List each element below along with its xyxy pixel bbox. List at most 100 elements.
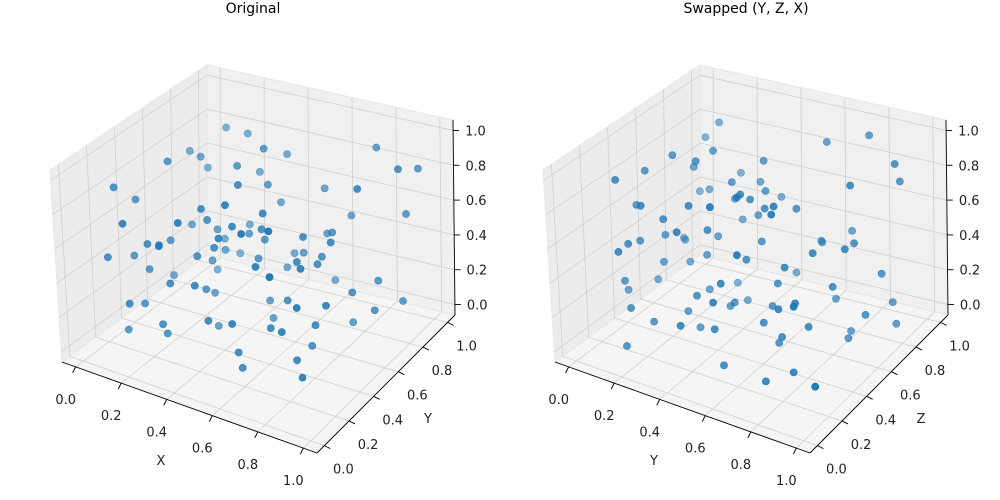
y-tick-label: 0.2 [851,438,872,453]
data-point [145,265,154,273]
z-tick-label: 1.0 [465,124,486,139]
data-point [166,236,175,245]
data-point [757,237,766,246]
data-point [259,144,268,153]
data-point [778,333,786,341]
data-point [131,195,140,204]
x-tick [656,399,661,406]
data-point [104,253,112,262]
data-point [789,302,798,311]
data-point [245,229,254,238]
data-point [185,146,194,155]
data-point [372,143,381,152]
data-point [210,243,218,252]
x-tick-label: 0.6 [192,442,213,457]
data-point [292,258,301,266]
y-tick [817,445,824,450]
data-point [696,187,704,195]
x-tick [610,382,615,390]
y-tick [940,321,947,326]
data-point [888,298,897,306]
data-point [804,323,813,331]
data-point [202,285,211,294]
data-point [266,324,275,332]
data-point [258,209,267,218]
data-point [684,201,693,210]
x-tick [701,415,706,422]
data-point [238,363,247,372]
x-tick [747,431,752,439]
x-tick [72,366,77,374]
data-point [190,281,199,290]
data-point [777,192,786,201]
data-point [890,160,899,168]
data-point [166,279,175,288]
data-point [283,296,292,305]
data-point [214,321,223,330]
y-tick [398,371,405,376]
data-point [293,356,301,365]
data-point [313,260,322,269]
data-point [844,334,853,343]
data-point [236,249,245,258]
data-point [233,161,241,170]
data-point [328,228,337,237]
data-point [732,193,741,202]
data-point [203,163,212,172]
data-point [774,305,783,314]
data-point [311,321,320,330]
data-point [266,296,274,305]
data-point [413,164,422,173]
y-tick-label: 1.0 [949,339,970,354]
data-point [260,235,269,244]
data-point [277,198,285,207]
y-axis-label-original: Y [423,412,432,427]
chart-title-original: Original [226,1,281,17]
z-tick-label: 0.0 [960,299,981,314]
data-point [237,230,245,238]
data-point [254,254,263,263]
z-tick-label: 0.4 [466,229,487,244]
plot-swapped: 0.00.00.00.20.20.20.40.40.40.60.60.60.80… [542,64,981,489]
data-point [754,211,763,219]
data-point [709,146,717,155]
data-point [744,296,752,304]
data-point [614,247,623,256]
data-point [767,210,776,219]
z-tick-label: 0.0 [467,299,488,314]
y-tick-label: 0.0 [826,463,847,478]
z-tick-label: 0.8 [958,159,979,174]
data-point [124,325,133,334]
data-point [317,252,326,261]
data-point [696,323,705,332]
data-point [269,314,278,322]
data-point [865,131,873,140]
data-point [299,248,308,257]
data-point [320,184,329,193]
data-point [848,226,856,235]
data-point [208,256,217,265]
data-point [714,232,723,241]
data-point [159,320,167,329]
x-tick-label: 0.2 [101,409,122,424]
y-axis-label-swapped: Z [917,412,926,427]
data-point [348,288,357,297]
data-point [211,288,219,297]
z-tick-label: 0.4 [959,229,980,244]
y-tick [373,395,380,400]
data-point [789,368,798,377]
y-tick [422,346,430,351]
data-point [228,320,237,328]
data-point [627,304,635,312]
x-tick [792,447,797,455]
y-tick-label: 0.8 [432,364,453,379]
figure: Original Swapped (Y, Z, X) 0.00.00.00.20… [49,1,981,489]
x-axis-label-swapped: Y [649,454,658,469]
data-point [290,249,299,258]
x-tick-label: 1.0 [776,474,797,489]
data-point [265,273,274,281]
data-point [308,341,317,350]
data-point [130,251,139,260]
data-point [263,180,272,189]
y-tick [324,445,331,450]
